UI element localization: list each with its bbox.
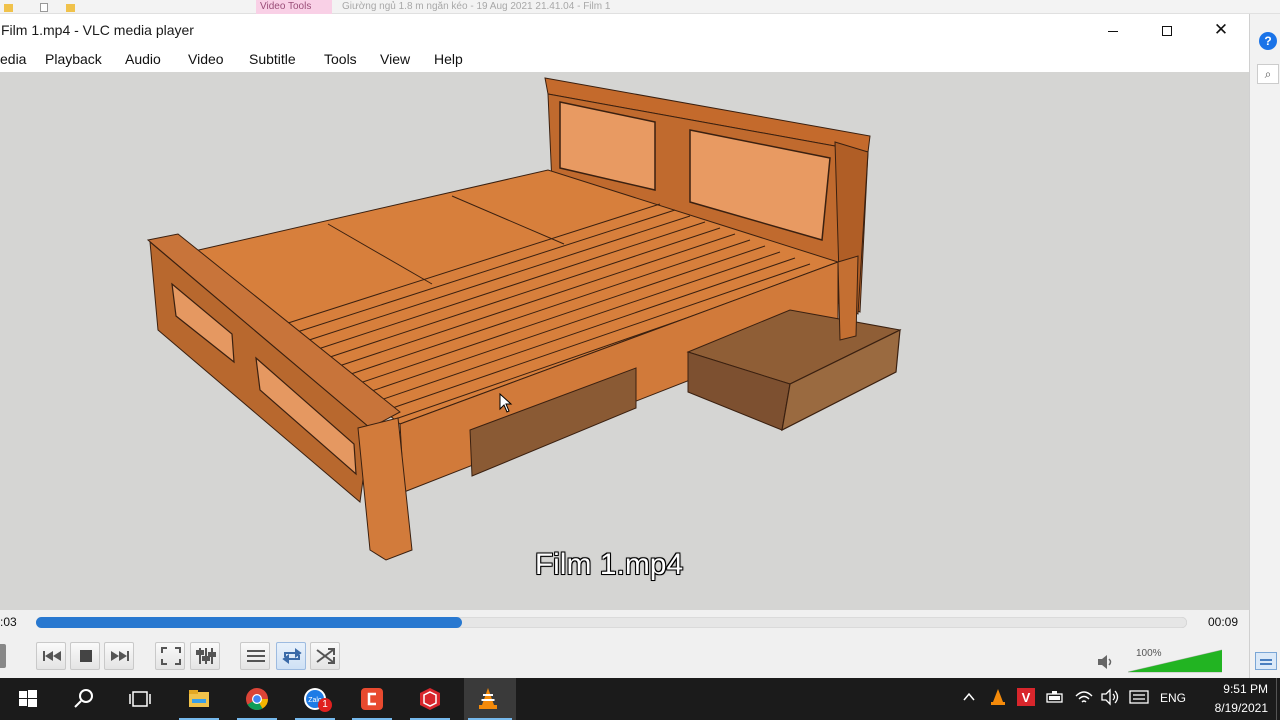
mouse-cursor-icon <box>499 393 513 413</box>
start-button[interactable] <box>4 678 52 720</box>
taskbar: Zalo 1 V ENG 9:51 PM 8/19/2021 <box>0 678 1280 720</box>
vlc-taskbar-button[interactable] <box>464 678 516 720</box>
video-area[interactable]: Film 1.mp4 <box>0 72 1249 610</box>
keyboard-icon[interactable] <box>1129 688 1149 706</box>
seek-progress <box>36 617 462 628</box>
maximize-button[interactable] <box>1140 14 1194 46</box>
folder-icon <box>4 4 13 12</box>
minimize-button[interactable] <box>1086 14 1140 46</box>
windows-logo-icon <box>19 690 37 707</box>
sketchup-icon <box>420 688 440 710</box>
vlc-tray-icon[interactable] <box>989 688 1007 706</box>
maximize-icon <box>1162 26 1172 37</box>
task-view-icon <box>129 691 151 707</box>
playback-controls: 100% <box>0 636 1249 678</box>
red-app-button[interactable] <box>348 678 396 720</box>
skip-back-icon <box>43 651 61 661</box>
menu-tools[interactable]: Tools <box>324 51 357 67</box>
window-title: Film 1.mp4 - VLC media player <box>1 22 194 38</box>
notification-badge: 1 <box>318 698 332 712</box>
app-red-icon <box>361 688 383 710</box>
chevron-up-icon[interactable] <box>962 690 976 704</box>
task-view-button[interactable] <box>116 678 164 720</box>
menu-media[interactable]: edia <box>0 51 26 67</box>
seek-slider[interactable] <box>36 617 1187 628</box>
minimize-icon <box>1108 30 1118 32</box>
input-language[interactable]: ENG <box>1160 691 1186 705</box>
volume-icon[interactable] <box>1097 654 1115 670</box>
title-bar[interactable]: Film 1.mp4 - VLC media player ✕ <box>0 14 1249 46</box>
background-window-ribbon: Video Tools Giường ngủ 1.8 m ngăn kéo - … <box>0 0 1280 14</box>
shuffle-icon <box>316 648 335 664</box>
zalo-button[interactable]: Zalo 1 <box>291 678 339 720</box>
search-icon <box>74 689 93 708</box>
chrome-button[interactable] <box>233 678 281 720</box>
play-button[interactable] <box>0 644 6 668</box>
details-view-icon[interactable] <box>1255 652 1277 670</box>
chrome-icon <box>246 688 268 710</box>
playlist-button[interactable] <box>240 642 270 670</box>
clock-date: 8/19/2021 <box>1214 701 1268 715</box>
menu-subtitle[interactable]: Subtitle <box>249 51 296 67</box>
menu-help[interactable]: Help <box>434 51 463 67</box>
svg-text:V: V <box>1022 690 1031 705</box>
menu-audio[interactable]: Audio <box>125 51 161 67</box>
system-clock[interactable]: 9:51 PM 8/19/2021 <box>1196 680 1268 718</box>
menu-video[interactable]: Video <box>188 51 224 67</box>
clock-time: 9:51 PM <box>1223 682 1268 696</box>
seek-bar-area: :03 00:09 <box>0 610 1249 636</box>
menu-playback[interactable]: Playback <box>45 51 102 67</box>
battery-icon[interactable] <box>1045 688 1065 706</box>
volume-slider[interactable] <box>1128 644 1222 674</box>
help-icon[interactable]: ? <box>1259 32 1277 50</box>
fullscreen-button[interactable] <box>155 642 185 670</box>
file-explorer-button[interactable] <box>175 678 223 720</box>
unikey-icon[interactable]: V <box>1017 688 1035 706</box>
fullscreen-icon <box>161 647 181 665</box>
stop-icon <box>80 650 92 662</box>
taskbar-search-button[interactable] <box>60 678 108 720</box>
video-subtitle: Film 1.mp4 <box>534 548 684 581</box>
skip-forward-icon <box>111 651 129 661</box>
equalizer-icon <box>196 648 216 664</box>
vlc-cone-icon <box>479 688 497 709</box>
vlc-window: Film 1.mp4 - VLC media player ✕ edia Pla… <box>0 14 1249 678</box>
show-desktop-button[interactable] <box>1276 678 1280 720</box>
playlist-icon <box>247 650 265 662</box>
background-window-title: Giường ngủ 1.8 m ngăn kéo - 19 Aug 2021 … <box>342 1 611 12</box>
elapsed-time: :03 <box>0 615 17 629</box>
video-tools-tab[interactable]: Video Tools <box>256 0 332 14</box>
shuffle-button[interactable] <box>310 642 340 670</box>
background-window-side: ? ⌕ <box>1249 14 1280 678</box>
extended-settings-button[interactable] <box>190 642 220 670</box>
stop-button[interactable] <box>70 642 100 670</box>
folder-icon <box>189 690 209 707</box>
wifi-icon[interactable] <box>1074 688 1094 706</box>
menu-bar: edia Playback Audio Video Subtitle Tools… <box>0 46 1249 72</box>
menu-view[interactable]: View <box>380 51 410 67</box>
close-button[interactable]: ✕ <box>1194 14 1248 46</box>
total-time: 00:09 <box>1208 615 1239 629</box>
previous-button[interactable] <box>36 642 66 670</box>
search-icon[interactable]: ⌕ <box>1257 64 1279 84</box>
folder-icon <box>66 4 75 12</box>
close-icon: ✕ <box>1213 20 1229 39</box>
next-button[interactable] <box>104 642 134 670</box>
video-frame-bed <box>146 77 902 561</box>
sketchup-button[interactable] <box>406 678 454 720</box>
speaker-icon[interactable] <box>1100 688 1120 706</box>
loop-button[interactable] <box>276 642 306 670</box>
loop-icon <box>282 648 302 664</box>
desktop: Video Tools Giường ngủ 1.8 m ngăn kéo - … <box>0 0 1280 720</box>
document-icon <box>40 3 48 12</box>
